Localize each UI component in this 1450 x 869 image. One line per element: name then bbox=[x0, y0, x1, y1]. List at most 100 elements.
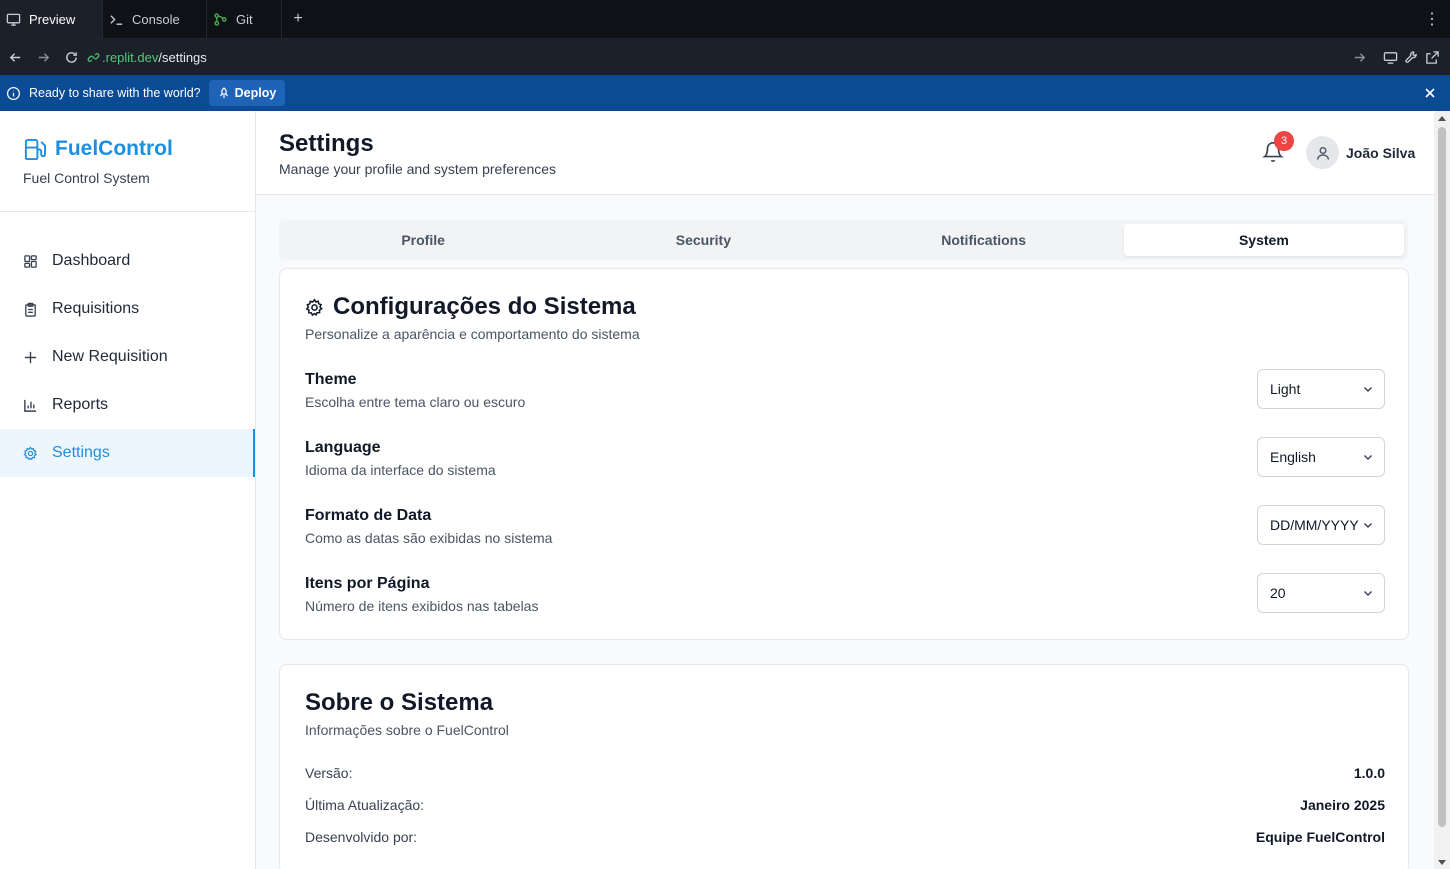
brand-row[interactable]: FuelControl bbox=[23, 137, 255, 161]
page-header: Settings Manage your profile and system … bbox=[256, 111, 1434, 195]
user-name[interactable]: João Silva bbox=[1346, 145, 1415, 161]
sidebar-item-label: Reports bbox=[52, 396, 109, 413]
url-domain: .replit.dev bbox=[102, 49, 159, 65]
external-link-icon[interactable] bbox=[1425, 50, 1440, 65]
sidebar-nav: Dashboard Requisitions New Requisition R… bbox=[0, 212, 255, 477]
tab-console[interactable]: Console bbox=[103, 0, 207, 38]
card-title: Configurações do Sistema bbox=[305, 293, 636, 321]
tab-notifications[interactable]: Notifications bbox=[844, 224, 1124, 256]
tab-preview[interactable]: Preview bbox=[0, 0, 103, 38]
dashboard-icon bbox=[24, 254, 37, 268]
date-format-select[interactable]: DD/MM/YYYY bbox=[1257, 505, 1385, 545]
chevron-down-icon bbox=[1361, 450, 1375, 464]
terminal-icon bbox=[110, 14, 123, 25]
setting-description: Número de itens exibidos nas tabelas bbox=[305, 598, 539, 614]
info-value: Equipe FuelControl bbox=[1255, 829, 1385, 845]
tab-git[interactable]: Git bbox=[207, 0, 282, 38]
info-label: Última Atualização: bbox=[305, 797, 425, 813]
fuel-pump-icon bbox=[24, 138, 46, 160]
info-value: 1.0.0 bbox=[1353, 765, 1385, 781]
sidebar-item-label: Settings bbox=[52, 444, 110, 461]
setting-label: Itens por Página bbox=[305, 575, 430, 592]
sidebar-item-settings[interactable]: Settings bbox=[0, 429, 255, 477]
address-bar-actions bbox=[1352, 50, 1450, 65]
setting-description: Como as datas são exibidas no sistema bbox=[305, 530, 553, 546]
brand-name: FuelControl bbox=[55, 137, 173, 160]
scrollbar-thumb[interactable] bbox=[1438, 127, 1446, 827]
url-path: /settings bbox=[158, 49, 207, 65]
avatar[interactable] bbox=[1306, 136, 1339, 169]
deploy-label: Deploy bbox=[234, 86, 277, 100]
select-value: DD/MM/YYYY bbox=[1270, 517, 1359, 533]
setting-label: Theme bbox=[305, 371, 357, 388]
sidebar-item-new-requisition[interactable]: New Requisition bbox=[0, 333, 255, 381]
deploy-button[interactable]: Deploy bbox=[208, 80, 286, 106]
devices-icon[interactable] bbox=[1383, 50, 1398, 65]
forward-button[interactable] bbox=[29, 43, 57, 71]
theme-select[interactable]: Light bbox=[1257, 369, 1385, 409]
deploy-banner: Ready to share with the world? Deploy bbox=[0, 75, 1450, 111]
sidebar-item-reports[interactable]: Reports bbox=[0, 381, 255, 429]
new-tab-button[interactable]: + bbox=[282, 0, 314, 38]
about-system-card: Sobre o Sistema Informações sobre o Fuel… bbox=[279, 664, 1409, 869]
card-title-text: Configurações do Sistema bbox=[333, 293, 636, 320]
url-field[interactable]: .replit.dev/settings bbox=[87, 44, 1352, 70]
sidebar-item-label: New Requisition bbox=[52, 348, 168, 365]
tab-label: Git bbox=[236, 11, 253, 27]
system-settings-card: Configurações do Sistema Personalize a a… bbox=[279, 268, 1409, 640]
setting-label: Language bbox=[305, 439, 381, 456]
card-title: Sobre o Sistema bbox=[305, 689, 494, 716]
info-value: Janeiro 2025 bbox=[1300, 797, 1385, 813]
bar-chart-icon bbox=[24, 399, 37, 412]
back-button[interactable] bbox=[1, 43, 29, 71]
tab-label: Console bbox=[132, 11, 180, 27]
rocket-icon bbox=[219, 87, 228, 98]
select-value: Light bbox=[1270, 381, 1301, 397]
tab-label: Preview bbox=[29, 11, 76, 27]
arrow-right-icon bbox=[38, 52, 49, 62]
items-per-page-select[interactable]: 20 bbox=[1257, 573, 1385, 613]
setting-label: Formato de Data bbox=[305, 507, 432, 524]
sidebar-item-label: Requisitions bbox=[52, 300, 140, 317]
info-label: Desenvolvido por: bbox=[305, 829, 418, 845]
setting-description: Idioma da interface do sistema bbox=[305, 462, 496, 478]
chevron-down-icon bbox=[1361, 382, 1375, 396]
sidebar-item-label: Dashboard bbox=[52, 252, 131, 269]
arrow-left-icon bbox=[9, 52, 20, 62]
more-options-icon[interactable]: ⋮ bbox=[1414, 0, 1450, 38]
scroll-down-arrow[interactable] bbox=[1438, 860, 1446, 865]
link-icon bbox=[87, 52, 100, 62]
info-label: Versão: bbox=[305, 765, 353, 781]
monitor-icon bbox=[6, 13, 21, 26]
gear-icon bbox=[305, 297, 323, 316]
wrench-icon[interactable] bbox=[1404, 50, 1419, 65]
info-icon bbox=[6, 86, 21, 100]
language-select[interactable]: English bbox=[1257, 437, 1385, 477]
clipboard-icon bbox=[25, 302, 36, 317]
close-icon[interactable] bbox=[1422, 85, 1438, 101]
sidebar-item-requisitions[interactable]: Requisitions bbox=[0, 285, 255, 333]
browser-tab-bar: Preview Console Git + ⋮ bbox=[0, 0, 1450, 39]
tab-system[interactable]: System bbox=[1123, 224, 1404, 256]
scroll-up-arrow[interactable] bbox=[1438, 116, 1446, 121]
page-title: Settings bbox=[279, 130, 374, 157]
chevron-down-icon bbox=[1361, 518, 1375, 532]
user-icon bbox=[1316, 146, 1329, 160]
notification-badge: 3 bbox=[1274, 131, 1294, 151]
scrollbar[interactable] bbox=[1434, 111, 1450, 869]
setting-date-format: Formato de Data Como as datas são exibid… bbox=[305, 505, 1385, 549]
setting-theme: Theme Escolha entre tema claro ou escuro… bbox=[305, 369, 1385, 413]
card-subtitle: Personalize a aparência e comportamento … bbox=[305, 326, 640, 342]
tab-profile[interactable]: Profile bbox=[283, 224, 563, 256]
address-bar: .replit.dev/settings bbox=[0, 39, 1450, 75]
brand-subtitle: Fuel Control System bbox=[23, 170, 150, 186]
go-arrow-icon[interactable] bbox=[1352, 50, 1367, 65]
tab-security[interactable]: Security bbox=[563, 224, 843, 256]
reload-icon bbox=[65, 51, 77, 63]
banner-message: Ready to share with the world? bbox=[29, 86, 201, 100]
sidebar: FuelControl Fuel Control System Dashboar… bbox=[0, 111, 256, 869]
gear-icon bbox=[23, 445, 38, 460]
sidebar-item-dashboard[interactable]: Dashboard bbox=[0, 237, 255, 285]
setting-items-per-page: Itens por Página Número de itens exibido… bbox=[305, 573, 1385, 617]
reload-button[interactable] bbox=[57, 43, 85, 71]
